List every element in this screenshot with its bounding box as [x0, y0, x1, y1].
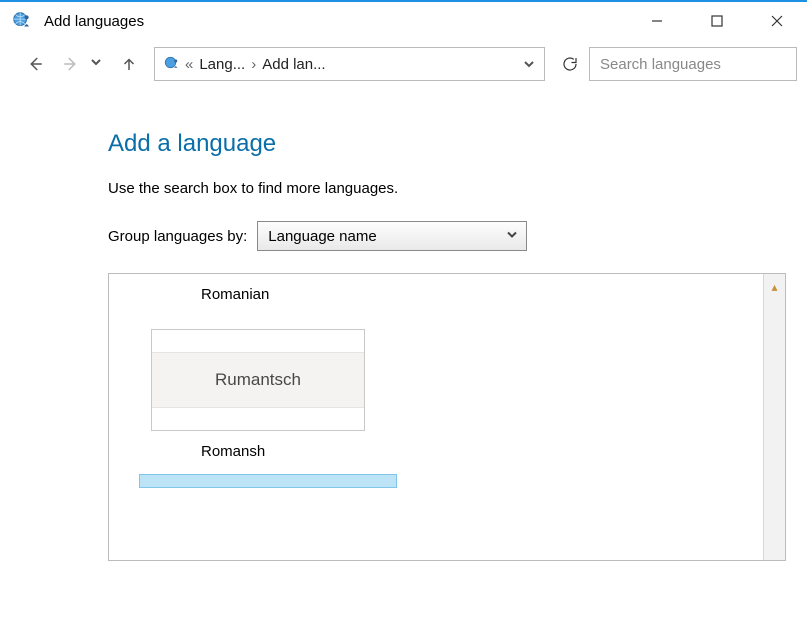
instruction-text: Use the search box to find more language… — [108, 180, 807, 197]
group-by-value: Language name — [268, 228, 376, 245]
content-area: Add a language Use the search box to fin… — [0, 88, 807, 561]
group-by-label: Group languages by: — [108, 228, 247, 245]
scrollbar[interactable]: ▴ — [763, 274, 785, 560]
maximize-button[interactable] — [687, 1, 747, 41]
scroll-up-icon[interactable]: ▴ — [771, 280, 777, 294]
title-bar: Add languages — [0, 0, 807, 40]
chevron-right-icon: › — [251, 56, 256, 73]
back-button[interactable] — [18, 47, 52, 81]
navigation-bar: « Lang... › Add lan... — [0, 40, 807, 88]
language-group-header: Romanian — [131, 286, 753, 303]
address-dropdown-button[interactable] — [518, 58, 540, 70]
language-list: Romanian Rumantsch Romansh — [109, 274, 763, 560]
language-tile-selected[interactable] — [139, 474, 397, 488]
breadcrumb-prefix-icon: « — [185, 56, 193, 73]
close-button[interactable] — [747, 1, 807, 41]
language-tile[interactable]: Rumantsch — [151, 329, 365, 431]
refresh-button[interactable] — [553, 47, 587, 81]
group-by-dropdown[interactable]: Language name — [257, 221, 527, 251]
breadcrumb: « Lang... › Add lan... — [185, 56, 518, 73]
address-bar[interactable]: « Lang... › Add lan... — [154, 47, 545, 81]
search-input[interactable] — [590, 56, 796, 73]
breadcrumb-item[interactable]: Lang... — [199, 56, 245, 73]
location-icon — [159, 55, 185, 73]
chevron-down-icon — [506, 228, 518, 245]
language-native-name: Rumantsch — [152, 352, 364, 408]
search-box[interactable] — [589, 47, 797, 81]
group-by-row: Group languages by: Language name — [108, 221, 807, 251]
page-title: Add a language — [108, 130, 807, 158]
window-title: Add languages — [44, 13, 144, 30]
breadcrumb-item[interactable]: Add lan... — [262, 56, 325, 73]
up-button[interactable] — [112, 47, 146, 81]
recent-locations-button[interactable] — [90, 55, 110, 73]
language-english-name: Romansh — [131, 443, 753, 460]
app-icon — [0, 10, 44, 32]
minimize-button[interactable] — [627, 1, 687, 41]
forward-button[interactable] — [54, 47, 88, 81]
language-list-panel: Romanian Rumantsch Romansh ▴ — [108, 273, 786, 561]
